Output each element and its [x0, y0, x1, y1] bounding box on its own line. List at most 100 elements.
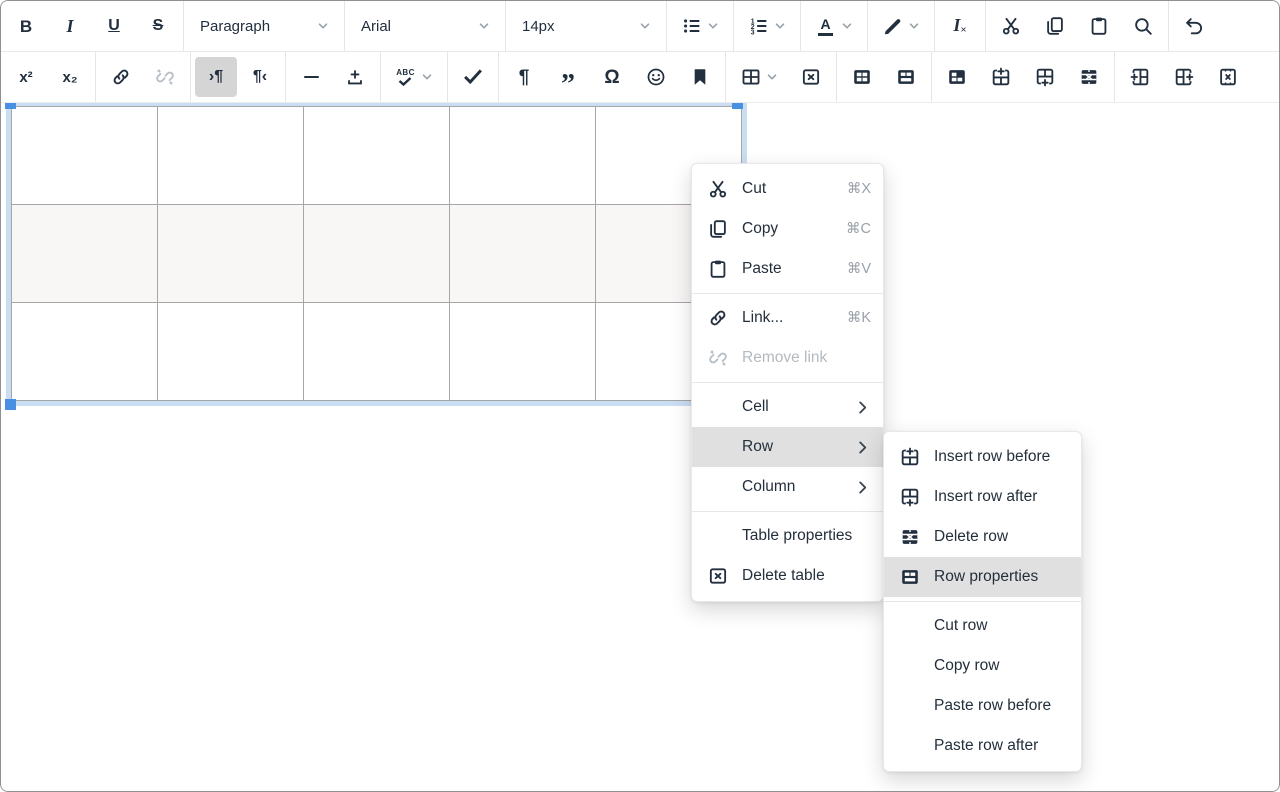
table-cell[interactable]: [450, 303, 596, 401]
undo-button[interactable]: [1173, 6, 1215, 46]
search-button[interactable]: [1122, 6, 1164, 46]
table-cell[interactable]: [304, 303, 450, 401]
insert-table-button[interactable]: [730, 57, 788, 97]
toolbar-group: [1115, 52, 1253, 102]
subscript-button[interactable]: x₂: [49, 57, 91, 97]
paragraph-format-select[interactable]: Paragraph: [189, 6, 339, 46]
menu-item-cut[interactable]: Cut⌘X: [692, 169, 883, 209]
menu-item-delete-table[interactable]: Delete table: [692, 556, 883, 596]
selection-handle-bottom-left[interactable]: [5, 399, 16, 410]
menu-item-paste-row-after[interactable]: Paste row after: [884, 726, 1081, 766]
menu-item-column[interactable]: Column: [692, 467, 883, 507]
table-cell[interactable]: [450, 107, 596, 205]
superscript-button[interactable]: x²: [5, 57, 47, 97]
italic-button[interactable]: I: [49, 6, 91, 46]
delete-table-button[interactable]: [790, 57, 832, 97]
table-delete-icon: [706, 564, 730, 588]
table-row: [12, 303, 742, 401]
chevron-right-icon: [854, 479, 871, 496]
checkmark-button[interactable]: [452, 57, 494, 97]
menu-item-insert-row-before[interactable]: Insert row before: [884, 437, 1081, 477]
insert-row-before-button[interactable]: [980, 57, 1022, 97]
table-cell[interactable]: [158, 205, 304, 303]
bullet-list-button[interactable]: [671, 6, 729, 46]
right-to-left-button[interactable]: ¶‹: [239, 57, 281, 97]
menu-item-remove-link[interactable]: Remove link: [692, 338, 883, 378]
clear-formatting-button[interactable]: I×: [939, 6, 981, 46]
table-cell[interactable]: [450, 205, 596, 303]
font-family-select[interactable]: Arial: [350, 6, 500, 46]
numbered-list-button[interactable]: 123: [738, 6, 796, 46]
underline-button[interactable]: U: [93, 6, 135, 46]
menu-item-paste-row-before[interactable]: Paste row before: [884, 686, 1081, 726]
toolbar-group: x²x₂: [1, 52, 95, 102]
unlink-icon: [153, 65, 177, 89]
toolbar-group: [286, 52, 380, 102]
text-color-button[interactable]: A: [805, 6, 863, 46]
insert-column-after-button[interactable]: [1163, 57, 1205, 97]
table-cell[interactable]: [304, 107, 450, 205]
emoticons-button[interactable]: [635, 57, 677, 97]
table-cell[interactable]: [304, 205, 450, 303]
horizontal-rule-button[interactable]: [290, 57, 332, 97]
menu-icon-spacer: [706, 435, 730, 459]
toolbar-group: 123: [734, 1, 800, 51]
table-cell[interactable]: [158, 107, 304, 205]
anchor-button[interactable]: [679, 57, 721, 97]
clipboard-icon: [1087, 14, 1111, 38]
row-properties-button[interactable]: [885, 57, 927, 97]
delete-column-button[interactable]: [1207, 57, 1249, 97]
cell-properties-button[interactable]: [841, 57, 883, 97]
menu-separator: [884, 601, 1081, 602]
insert-column-before-button[interactable]: [1119, 57, 1161, 97]
nonbreaking-space-button[interactable]: [334, 57, 376, 97]
font-size-select[interactable]: 14px: [511, 6, 661, 46]
cut-button[interactable]: [990, 6, 1032, 46]
table-cell[interactable]: [158, 303, 304, 401]
strikethrough-button[interactable]: S: [137, 6, 179, 46]
checkmark-icon: [461, 65, 485, 89]
table-cell[interactable]: [12, 107, 158, 205]
menu-item-cell[interactable]: Cell: [692, 387, 883, 427]
unlink-icon: [706, 346, 730, 370]
delete-row-button[interactable]: [1068, 57, 1110, 97]
paragraph-marks-button[interactable]: ¶: [503, 57, 545, 97]
merge-cells-button[interactable]: [936, 57, 978, 97]
menu-separator: [692, 382, 883, 383]
table-row: [12, 107, 742, 205]
editor-toolbar: BIUSParagraph Arial 14px 123A I× x²x₂ ›¶ ¶‹ ABC…: [1, 1, 1279, 103]
blockquote-button[interactable]: ”: [547, 57, 589, 97]
undo-icon: [1182, 14, 1206, 38]
row-properties-icon: [894, 65, 918, 89]
menu-item-insert-row-after[interactable]: Insert row after: [884, 477, 1081, 517]
toolbar-group: ›¶ ¶‹: [191, 52, 285, 102]
special-character-button[interactable]: Ω: [591, 57, 633, 97]
toolbar-group: [932, 52, 1114, 102]
table-cell[interactable]: [12, 303, 158, 401]
insert-link-button[interactable]: [100, 57, 142, 97]
menu-item-row[interactable]: Row: [692, 427, 883, 467]
table-cell[interactable]: [12, 205, 158, 303]
highlight-color-button[interactable]: [872, 6, 930, 46]
left-to-right-button[interactable]: ›¶: [195, 57, 237, 97]
menu-item-copy-row[interactable]: Copy row: [884, 646, 1081, 686]
menu-item-row-properties[interactable]: Row properties: [884, 557, 1081, 597]
chevron-right-icon: [854, 399, 871, 416]
svg-text:3: 3: [750, 29, 754, 36]
ltr-icon: ›¶: [204, 65, 228, 89]
bold-button[interactable]: B: [5, 6, 47, 46]
chevron-down-icon: [637, 18, 653, 34]
insert-row-after-button[interactable]: [1024, 57, 1066, 97]
spellcheck-button[interactable]: ABC: [385, 57, 443, 97]
editor-canvas[interactable]: [1, 102, 1279, 791]
menu-item-delete-row[interactable]: Delete row: [884, 517, 1081, 557]
paste-button[interactable]: [1078, 6, 1120, 46]
menu-item-copy[interactable]: Copy⌘C: [692, 209, 883, 249]
remove-link-button[interactable]: [144, 57, 186, 97]
menu-item-cut-row[interactable]: Cut row: [884, 606, 1081, 646]
menu-item-link[interactable]: Link...⌘K: [692, 298, 883, 338]
menu-item-table-properties[interactable]: Table properties: [692, 516, 883, 556]
menu-icon-spacer: [898, 654, 922, 678]
menu-item-paste[interactable]: Paste⌘V: [692, 249, 883, 289]
copy-button[interactable]: [1034, 6, 1076, 46]
